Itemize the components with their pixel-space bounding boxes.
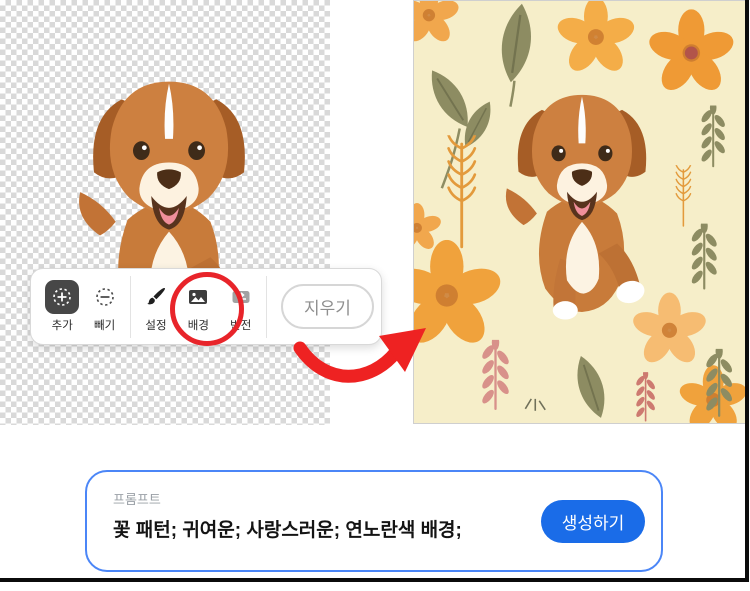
tool-subtract-label: 빼기 [94, 320, 116, 332]
generate-button[interactable]: 생성하기 [541, 500, 645, 543]
tool-settings[interactable]: 설정 [135, 280, 177, 333]
background-image-icon [181, 280, 215, 314]
tool-add-label: 추가 [51, 320, 73, 332]
flower-pattern-background [414, 1, 746, 423]
subtract-selection-icon [88, 280, 122, 314]
tool-add[interactable]: 추가 [41, 280, 83, 333]
tool-background-label: 배경 [187, 320, 209, 332]
selection-toolbar: 추가 빼기 설정 배경 반전 지우기 [30, 268, 382, 346]
tool-settings-label: 설정 [145, 320, 167, 332]
frame-border-bottom [0, 578, 749, 582]
toolbar-divider [265, 275, 267, 338]
clear-button[interactable]: 지우기 [280, 284, 374, 329]
prompt-input[interactable]: 꽃 패턴; 귀여운; 사랑스러운; 연노란색 배경; [113, 515, 462, 542]
tool-invert-label: 반전 [230, 320, 252, 332]
result-image-preview [413, 0, 747, 424]
invert-selection-icon [224, 280, 258, 314]
add-selection-icon [45, 280, 80, 314]
tool-subtract[interactable]: 빼기 [83, 280, 125, 333]
tool-invert[interactable]: 반전 [220, 280, 262, 333]
source-image-canvas[interactable] [0, 0, 330, 425]
brush-settings-icon [139, 280, 173, 314]
prompt-label: 프롬프트 [113, 492, 161, 507]
prompt-panel: 프롬프트 꽃 패턴; 귀여운; 사랑스러운; 연노란색 배경; 생성하기 [85, 470, 663, 572]
tool-background[interactable]: 배경 [177, 280, 219, 333]
puppy-image [505, 94, 647, 320]
frame-border-right [745, 0, 749, 582]
toolbar-divider [129, 275, 131, 338]
